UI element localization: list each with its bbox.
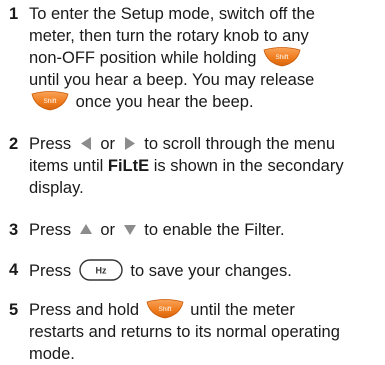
shift-key-label: Shift <box>276 54 289 61</box>
step-line: Press Hz to save your changes. <box>29 259 379 282</box>
hz-key-label: Hz <box>95 266 106 276</box>
step-line-text: Press <box>29 135 72 153</box>
step-line: restarts and returns to its normal opera… <box>29 323 340 341</box>
step-line: display. <box>29 179 84 197</box>
shift-key-label: Shift <box>158 306 171 313</box>
step-line-text: non-OFF position while holding <box>29 49 257 67</box>
step-number: 5 <box>9 301 19 319</box>
step-line-text: once you hear the beep. <box>75 93 254 111</box>
step-line-text: Press and hold <box>29 301 140 319</box>
step-line: mode. <box>29 345 75 363</box>
step-number: 4 <box>9 261 19 279</box>
shift-key-icon: Shift <box>263 47 301 67</box>
step-5: 5 Press and hold Shift until the meter r… <box>0 299 385 365</box>
step-line: until you hear a beep. You may release <box>29 71 315 89</box>
menu-item-name: FiLtE <box>107 157 150 175</box>
step-line: Shift once you hear the beep. <box>29 91 379 113</box>
step-line: non-OFF position while holding Shift <box>29 47 379 69</box>
step-line-text: or <box>100 135 116 153</box>
step-text: Press Hz to save your changes. <box>29 259 379 282</box>
step-text: Press or to enable the Filter. <box>29 219 379 241</box>
step-line: Press or to scroll through the menu <box>29 133 379 155</box>
step-line-text: items until <box>29 157 104 175</box>
up-arrow-icon <box>79 222 93 237</box>
down-arrow-icon <box>123 222 137 237</box>
step-number: 1 <box>9 5 19 23</box>
hz-key-icon: Hz <box>79 259 123 281</box>
step-1: 1 To enter the Setup mode, switch off th… <box>0 3 385 113</box>
step-line: items until FiLtE is shown in the second… <box>29 155 379 177</box>
left-arrow-icon <box>79 136 93 151</box>
step-line: To enter the Setup mode, switch off the <box>29 5 315 23</box>
step-text: Press and hold Shift until the meter res… <box>29 299 379 365</box>
step-line-text: until the meter <box>190 301 295 319</box>
shift-key-icon: Shift <box>31 91 69 111</box>
step-text: To enter the Setup mode, switch off the … <box>29 3 379 113</box>
shift-key-label: Shift <box>43 98 56 105</box>
step-line-text: to scroll through the menu <box>144 135 336 153</box>
step-2: 2 Press or to scroll through the menu it… <box>0 133 385 199</box>
step-4: 4 Press Hz to save your changes. <box>0 259 385 281</box>
step-line-text: is shown in the secondary <box>153 157 344 175</box>
shift-key-icon: Shift <box>146 299 184 319</box>
step-3: 3 Press or to enable the Filter. <box>0 219 385 241</box>
step-line-text: to enable the Filter. <box>144 221 285 239</box>
right-arrow-icon <box>123 136 137 151</box>
step-number: 2 <box>9 135 19 153</box>
step-number: 3 <box>9 221 19 239</box>
step-line-text: Press <box>29 262 72 280</box>
step-line: Press or to enable the Filter. <box>29 219 379 241</box>
instruction-page: 1 To enter the Setup mode, switch off th… <box>0 0 385 363</box>
step-text: Press or to scroll through the menu item… <box>29 133 379 199</box>
step-line: Press and hold Shift until the meter <box>29 299 379 321</box>
step-line-text: or <box>100 221 116 239</box>
step-line: meter, then turn the rotary knob to any <box>29 27 309 45</box>
step-line-text: Press <box>29 221 72 239</box>
step-line-text: to save your changes. <box>130 262 292 280</box>
